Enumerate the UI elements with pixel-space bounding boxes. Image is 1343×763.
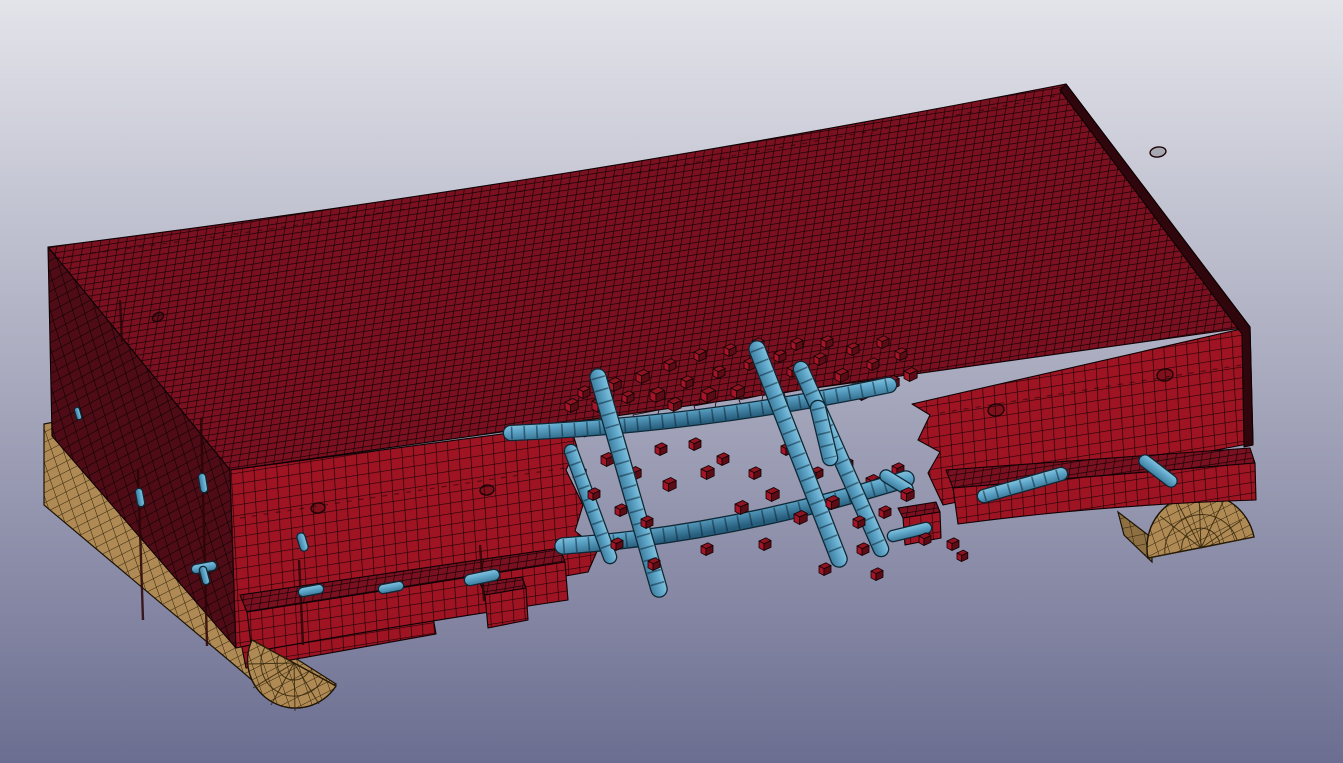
rebar-bar (202, 477, 204, 489)
rebar-bar (77, 410, 79, 417)
rebar-bar (301, 537, 304, 547)
rebar-bar (203, 570, 206, 581)
rebar-bar (383, 586, 399, 589)
rebar-bar (470, 575, 494, 580)
rebar-bar (818, 408, 830, 458)
debris-cube (957, 550, 968, 561)
rebar-bar (139, 492, 141, 503)
fea-viewport[interactable] (0, 0, 1343, 763)
rebar-bar (303, 589, 319, 592)
